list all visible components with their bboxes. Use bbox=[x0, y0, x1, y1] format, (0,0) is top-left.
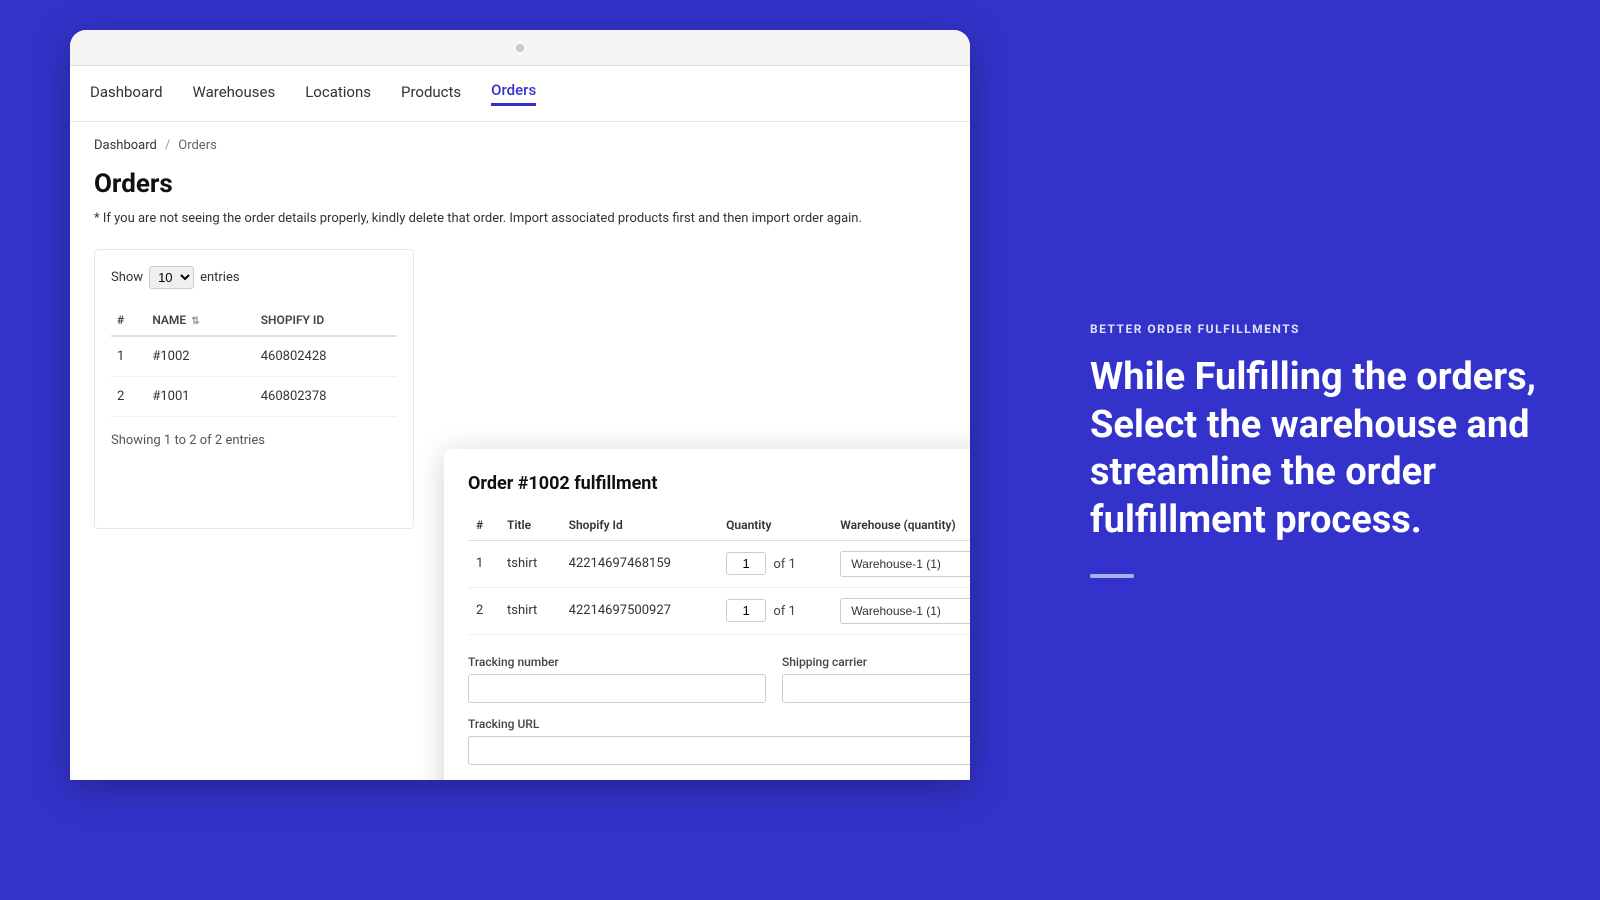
nav-bar: Dashboard Warehouses Locations Products … bbox=[70, 66, 970, 122]
row1-name: #1002 bbox=[146, 336, 254, 377]
browser-dot bbox=[516, 44, 524, 52]
nav-item-warehouses[interactable]: Warehouses bbox=[193, 83, 276, 105]
sort-icon: ⇅ bbox=[191, 316, 199, 327]
nav-item-orders[interactable]: Orders bbox=[491, 81, 536, 106]
fulfillment-row-2: 2 tshirt 42214697500927 of 1 Warehouse-1 bbox=[468, 587, 970, 634]
show-label: Show bbox=[111, 270, 143, 285]
breadcrumb-root[interactable]: Dashboard bbox=[94, 138, 157, 153]
shipping-carrier-input[interactable] bbox=[782, 674, 970, 703]
breadcrumb-separator: / bbox=[165, 138, 170, 153]
f-row2-shopify-id: 42214697500927 bbox=[561, 587, 719, 634]
f-row1-qty: of 1 bbox=[718, 540, 832, 587]
table-row[interactable]: 1 #1002 460802428 bbox=[111, 336, 397, 377]
col-num: # bbox=[111, 305, 146, 336]
orders-table: # NAME ⇅ SHOPIFY ID 1 #1002 460802428 bbox=[111, 305, 397, 417]
f-row2-title: tshirt bbox=[499, 587, 561, 634]
f-row2-num: 2 bbox=[468, 587, 499, 634]
promo-title: While Fulfilling the orders, Select the … bbox=[1090, 354, 1540, 544]
tracking-url-input[interactable] bbox=[468, 736, 970, 765]
tracking-url-group: Tracking URL bbox=[468, 717, 970, 765]
shipping-carrier-group: Shipping carrier bbox=[782, 655, 970, 703]
row1-num: 1 bbox=[111, 336, 146, 377]
nav-item-locations[interactable]: Locations bbox=[305, 83, 371, 105]
nav-item-products[interactable]: Products bbox=[401, 83, 461, 105]
promo-divider bbox=[1090, 574, 1134, 578]
show-entries-row: Show 10 25 50 entries bbox=[111, 266, 397, 289]
f-col-shopify-id: Shopify Id bbox=[561, 510, 719, 541]
page-title: Orders bbox=[94, 169, 946, 199]
breadcrumb-current: Orders bbox=[178, 138, 217, 153]
f-row1-num: 1 bbox=[468, 540, 499, 587]
warehouse-select-1[interactable]: Warehouse-1 (1) bbox=[840, 551, 970, 577]
tracking-number-label: Tracking number bbox=[468, 655, 766, 669]
table-footer: Showing 1 to 2 of 2 entries bbox=[111, 433, 397, 448]
entries-select[interactable]: 10 25 50 bbox=[149, 266, 194, 289]
modal-title: Order #1002 fulfillment bbox=[468, 473, 970, 494]
f-row1-title: tshirt bbox=[499, 540, 561, 587]
of-text-2: of 1 bbox=[773, 604, 795, 619]
warehouse-select-2[interactable]: Warehouse-1 (1) bbox=[840, 598, 970, 624]
f-row2-warehouse: Warehouse-1 (1) bbox=[832, 587, 970, 634]
entries-label: entries bbox=[200, 270, 240, 285]
shipping-carrier-label: Shipping carrier bbox=[782, 655, 970, 669]
breadcrumb: Dashboard / Orders bbox=[94, 138, 946, 153]
nav-item-dashboard[interactable]: Dashboard bbox=[90, 83, 163, 105]
f-row2-qty: of 1 bbox=[718, 587, 832, 634]
promo-subtitle: BETTER ORDER FULFILLMENTS bbox=[1090, 322, 1540, 336]
tracking-number-input[interactable] bbox=[468, 674, 766, 703]
tracking-url-label: Tracking URL bbox=[468, 717, 970, 731]
col-shopify-id: SHOPIFY ID bbox=[255, 305, 397, 336]
f-col-warehouse: Warehouse (quantity) bbox=[832, 510, 970, 541]
tracking-row: Tracking number Shipping carrier bbox=[468, 655, 970, 703]
orders-table-area: Show 10 25 50 entries # NAME ⇅ bbox=[94, 249, 414, 529]
f-col-num: # bbox=[468, 510, 499, 541]
right-panel: BETTER ORDER FULFILLMENTS While Fulfilli… bbox=[1040, 0, 1600, 900]
f-col-title: Title bbox=[499, 510, 561, 541]
f-col-quantity: Quantity bbox=[718, 510, 832, 541]
col-name: NAME ⇅ bbox=[146, 305, 254, 336]
of-text-1: of 1 bbox=[773, 557, 795, 572]
qty-input-1[interactable] bbox=[726, 552, 766, 575]
row2-name: #1001 bbox=[146, 376, 254, 416]
row1-shopify-id: 460802428 bbox=[255, 336, 397, 377]
row2-num: 2 bbox=[111, 376, 146, 416]
fulfillment-modal: Order #1002 fulfillment # Title Shopify … bbox=[444, 449, 970, 781]
notice-text: * If you are not seeing the order detail… bbox=[94, 209, 946, 229]
browser-window: Dashboard Warehouses Locations Products … bbox=[70, 30, 970, 780]
fulfillment-table: # Title Shopify Id Quantity Warehouse (q… bbox=[468, 510, 970, 635]
row2-shopify-id: 460802378 bbox=[255, 376, 397, 416]
fulfillment-row-1: 1 tshirt 42214697468159 of 1 Warehouse-1 bbox=[468, 540, 970, 587]
left-panel: Dashboard Warehouses Locations Products … bbox=[0, 0, 1040, 900]
browser-titlebar bbox=[70, 30, 970, 66]
f-row1-warehouse: Warehouse-1 (1) bbox=[832, 540, 970, 587]
tracking-number-group: Tracking number bbox=[468, 655, 766, 703]
qty-input-2[interactable] bbox=[726, 599, 766, 622]
table-row[interactable]: 2 #1001 460802378 bbox=[111, 376, 397, 416]
content-row: Show 10 25 50 entries # NAME ⇅ bbox=[94, 249, 946, 529]
f-row1-shopify-id: 42214697468159 bbox=[561, 540, 719, 587]
main-content: Dashboard / Orders Orders * If you are n… bbox=[70, 122, 970, 553]
